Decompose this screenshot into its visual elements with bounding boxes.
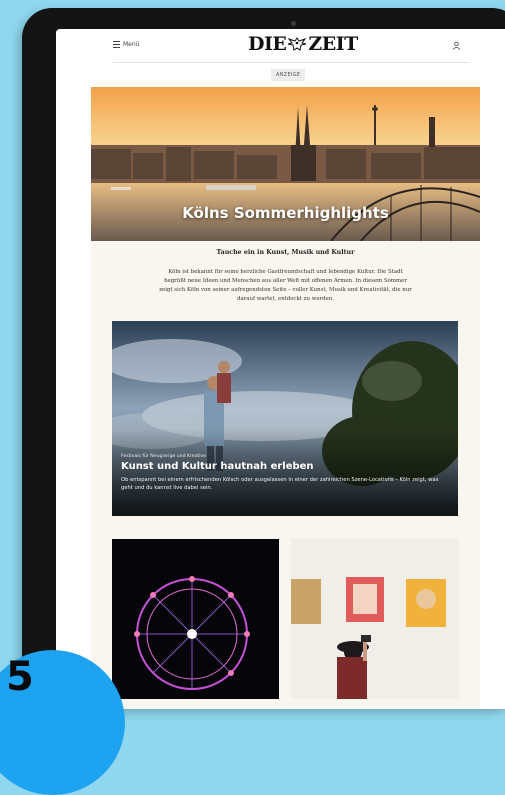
tablet-screen: Menü DIE ZEIT ANZEIGE Kölns Sommerhighli… bbox=[56, 29, 505, 709]
hero-title: Kölns Sommerhighlights bbox=[182, 204, 389, 222]
tablet-frame: Menü DIE ZEIT ANZEIGE Kölns Sommerhighli… bbox=[22, 8, 505, 709]
art-gallery-card[interactable] bbox=[291, 539, 459, 699]
menu-label: Menü bbox=[123, 41, 140, 48]
feature-text: Festivals für Neugierige und Kreative Ku… bbox=[121, 454, 451, 492]
hero-image[interactable]: Kölns Sommerhighlights bbox=[91, 87, 480, 241]
camera-dot bbox=[291, 21, 296, 26]
site-header: Menü DIE ZEIT bbox=[56, 29, 505, 63]
logo-text-zeit: ZEIT bbox=[308, 33, 358, 55]
intro-subhead: Tauche ein in Kunst, Musik und Kultur bbox=[216, 249, 355, 256]
ferris-wheel-image bbox=[112, 539, 279, 699]
logo-text-die: DIE bbox=[248, 33, 287, 55]
site-logo[interactable]: DIE ZEIT bbox=[248, 33, 358, 55]
art-gallery-image bbox=[291, 539, 459, 699]
eagle-crest-icon bbox=[287, 37, 307, 51]
feature-kicker: Festivals für Neugierige und Kreative bbox=[121, 454, 207, 459]
menu-button[interactable]: Menü bbox=[113, 41, 139, 48]
hamburger-icon bbox=[113, 41, 120, 48]
step-number: 5 bbox=[6, 654, 34, 700]
ferris-wheel-card[interactable] bbox=[112, 539, 279, 699]
header-divider bbox=[113, 62, 469, 63]
ad-label: ANZEIGE bbox=[271, 69, 306, 81]
feature-card[interactable]: Festivals für Neugierige und Kreative Ku… bbox=[112, 321, 458, 516]
intro-paragraph: Köln ist bekannt für seine herzliche Gas… bbox=[159, 269, 412, 302]
feature-title: Kunst und Kultur hautnah erleben bbox=[121, 461, 314, 472]
article-area: Kölns Sommerhighlights Tauche ein in Kun… bbox=[91, 87, 480, 709]
feature-description: Ob entspannt bei einem erfrischenden Köl… bbox=[121, 477, 439, 491]
user-icon[interactable] bbox=[452, 41, 461, 50]
